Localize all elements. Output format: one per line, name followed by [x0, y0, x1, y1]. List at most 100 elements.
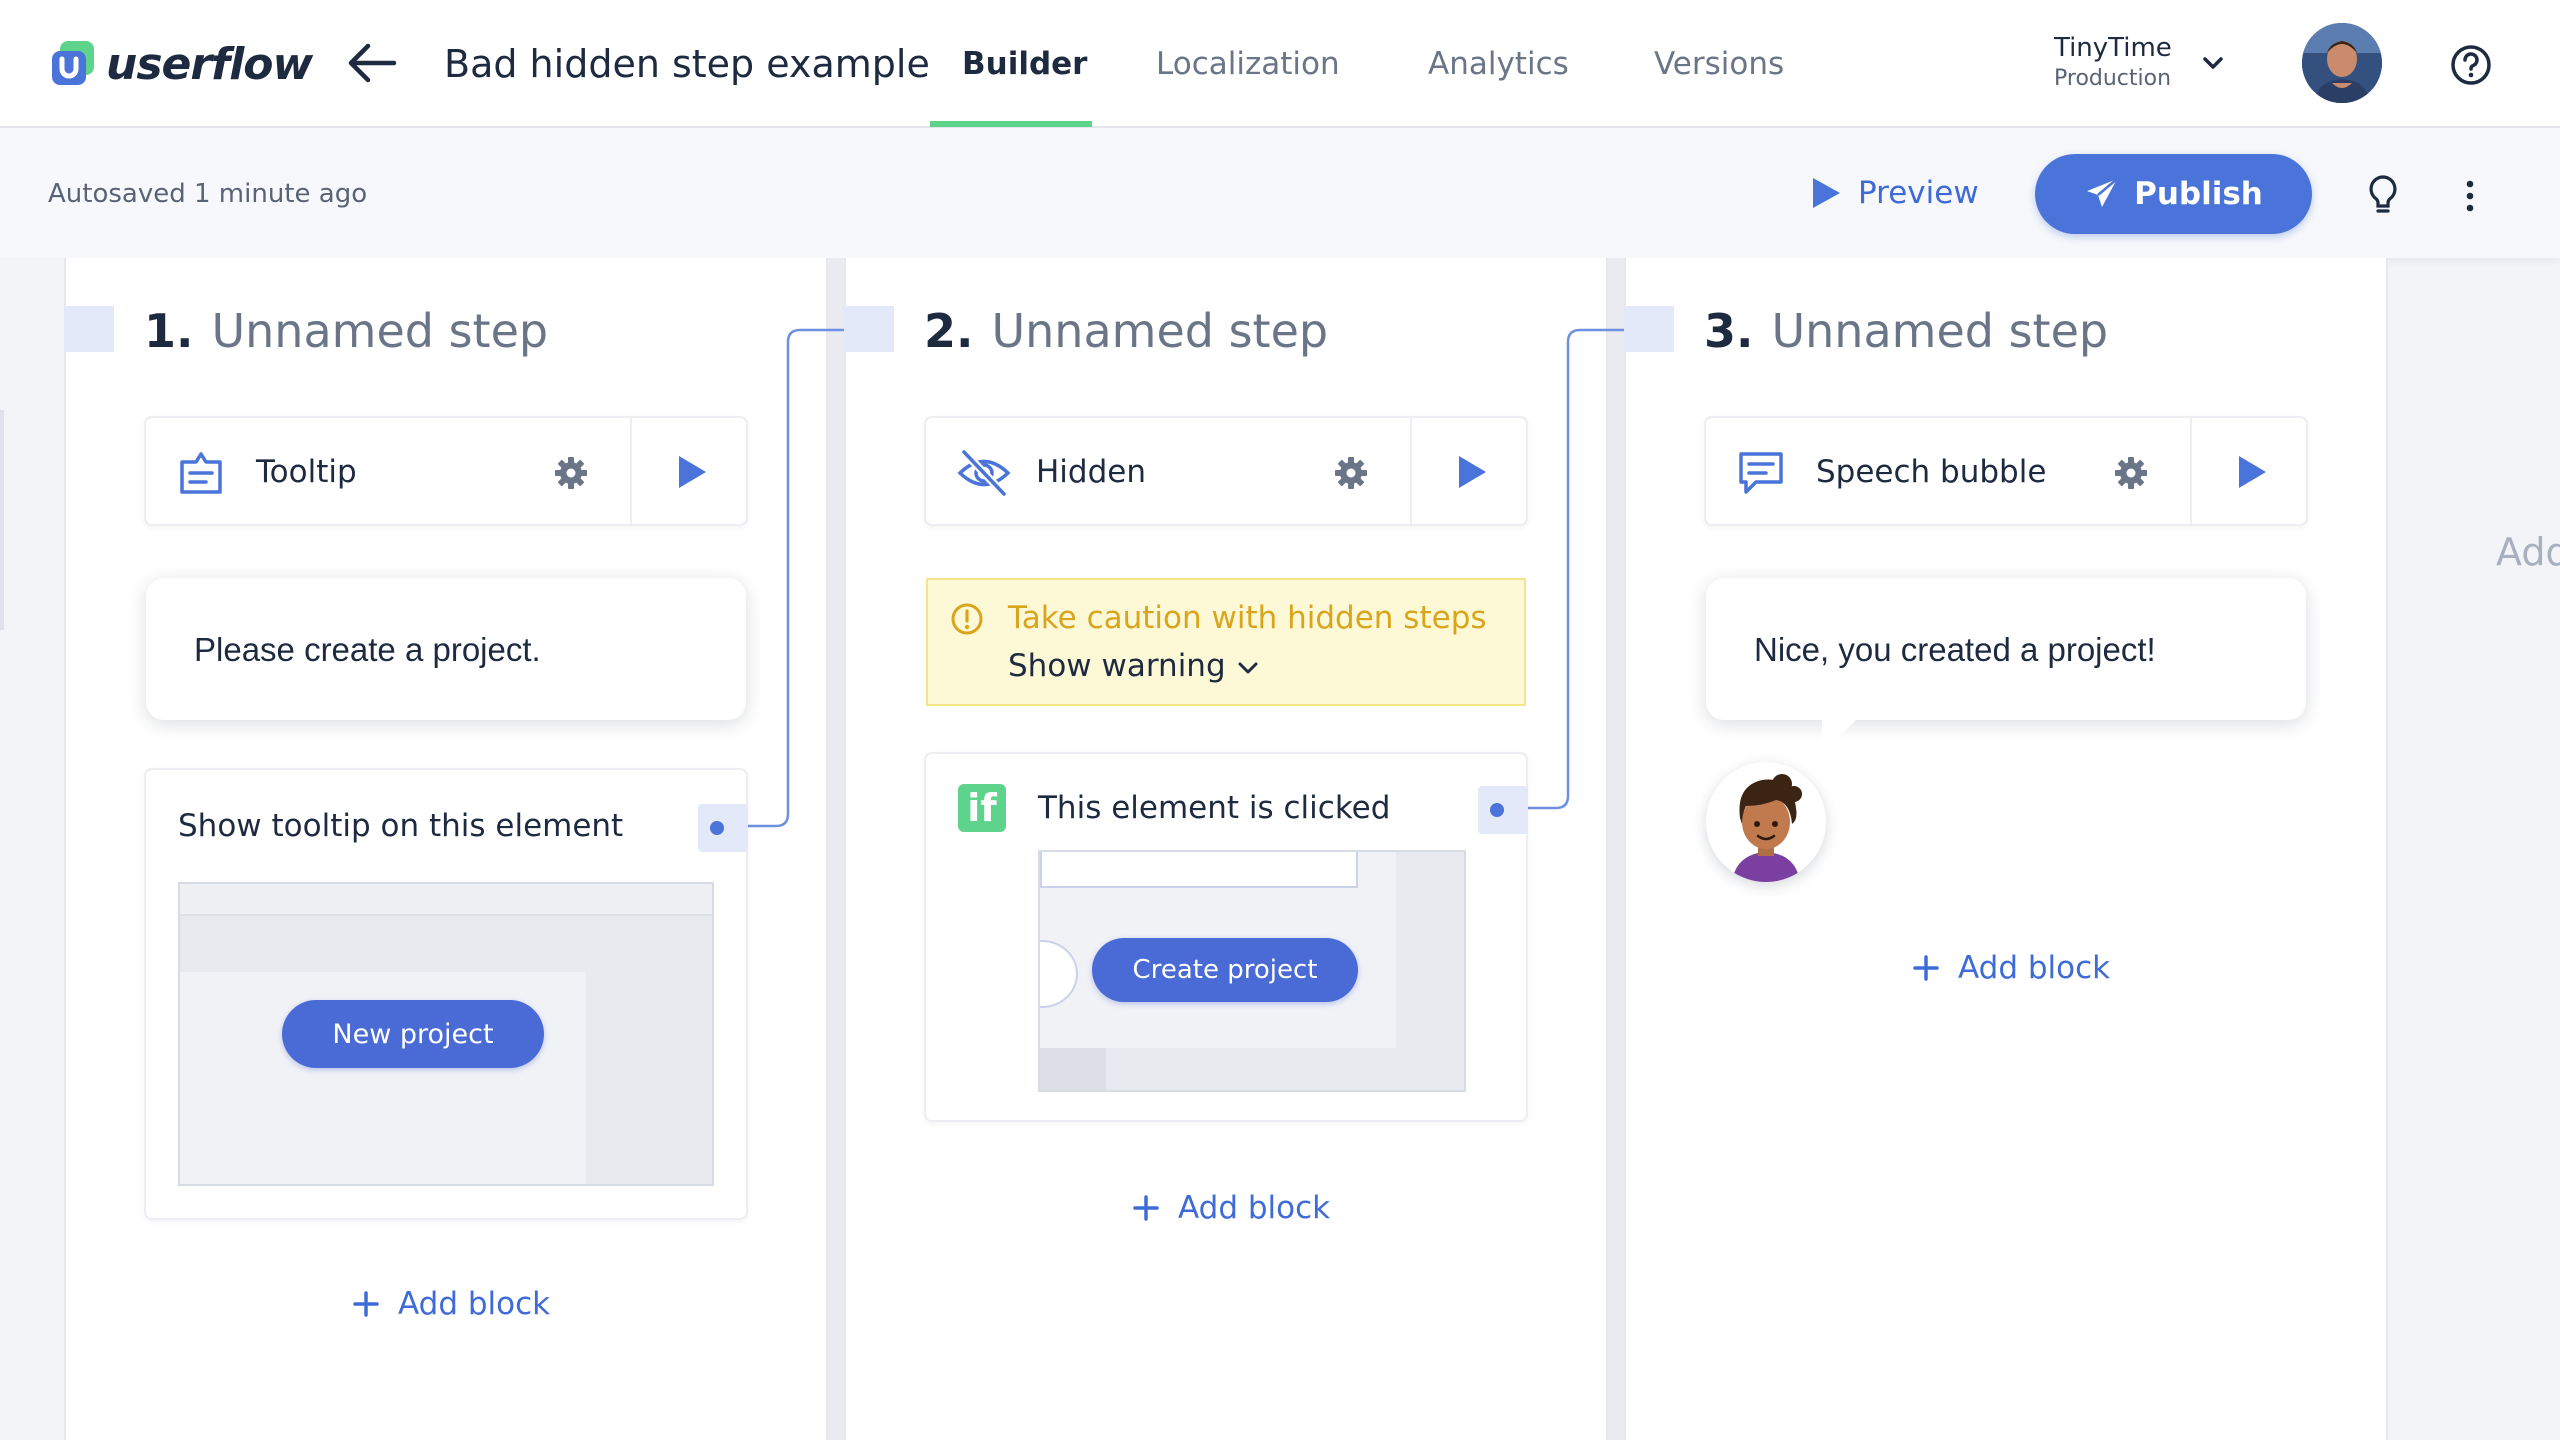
- element-preview: New project: [178, 882, 714, 1186]
- flow-title[interactable]: Bad hidden step example: [444, 36, 930, 92]
- plus-icon: [1913, 955, 1939, 981]
- tab-localization[interactable]: Localization: [1156, 36, 1340, 92]
- show-warning-label: Show warning: [1008, 648, 1226, 684]
- left-drawer-handle[interactable]: [0, 410, 4, 630]
- add-block-button[interactable]: Add block: [1132, 1186, 1330, 1230]
- step-entry-marker: [64, 306, 114, 352]
- tab-builder[interactable]: Builder: [962, 36, 1087, 92]
- connector-port[interactable]: [698, 804, 748, 852]
- block-type-label: Speech bubble: [1816, 454, 2047, 490]
- block-header-divider: [630, 418, 632, 524]
- eye-slash-icon: [956, 448, 1011, 498]
- canvas-left-edge: [0, 258, 64, 1440]
- add-block-button[interactable]: Add block: [1912, 946, 2110, 990]
- block-header-hidden[interactable]: Hidden: [924, 416, 1528, 526]
- preview-label: Preview: [1858, 175, 1979, 211]
- step-number: 1.: [144, 304, 194, 358]
- step-number: 3.: [1704, 304, 1754, 358]
- add-block-label: Add block: [398, 1286, 551, 1322]
- trigger-block-tooltip-target[interactable]: Show tooltip on this element New project: [144, 768, 748, 1220]
- connector-dot: [710, 821, 724, 835]
- top-bar: userflow Bad hidden step example Builder…: [0, 0, 2560, 128]
- element-preview: Create project: [1038, 850, 1466, 1092]
- chevron-down-icon[interactable]: [2200, 50, 2226, 76]
- environment-name: TinyTime: [2054, 33, 2172, 63]
- gear-icon[interactable]: [1334, 456, 1368, 490]
- lightbulb-icon[interactable]: [2366, 174, 2400, 216]
- warning-circle-icon: [950, 602, 984, 636]
- step-entry-marker: [1624, 306, 1674, 352]
- autosave-status: Autosaved 1 minute ago: [48, 179, 368, 209]
- editor-toolbar: Autosaved 1 minute ago Preview Publish: [0, 128, 2560, 258]
- step-title[interactable]: 2. Unnamed step: [924, 300, 1328, 362]
- userflow-logo-icon: [48, 39, 98, 89]
- gear-icon[interactable]: [2114, 456, 2148, 490]
- step-title[interactable]: 1. Unnamed step: [144, 300, 548, 362]
- publish-button[interactable]: Publish: [2035, 154, 2312, 234]
- step-name: Unnamed step: [991, 304, 1329, 358]
- environment-sub: Production: [2054, 66, 2172, 91]
- plus-icon: [1133, 1195, 1159, 1221]
- column-gutter: [1608, 258, 1624, 1440]
- help-icon[interactable]: [2450, 44, 2492, 86]
- preview-footer: [1040, 1048, 1106, 1090]
- more-options-icon[interactable]: [2460, 176, 2480, 216]
- add-block-label: Add block: [1178, 1190, 1331, 1226]
- step-name: Unnamed step: [211, 304, 549, 358]
- preview-input: [1040, 852, 1358, 888]
- chevron-down-icon: [1238, 662, 1258, 673]
- environment-selector[interactable]: TinyTime Production: [2054, 32, 2172, 94]
- play-icon[interactable]: [1456, 454, 1488, 490]
- step-title[interactable]: 3. Unnamed step: [1704, 300, 2108, 362]
- create-project-button-preview: Create project: [1092, 938, 1358, 1002]
- tooltip-content[interactable]: Please create a project.: [146, 578, 746, 720]
- connector-dot: [1490, 803, 1504, 817]
- step-number: 2.: [924, 304, 974, 358]
- hidden-step-warning: Take caution with hidden steps Show warn…: [926, 578, 1526, 706]
- gear-icon[interactable]: [554, 456, 588, 490]
- block-header-tooltip[interactable]: Tooltip: [144, 416, 748, 526]
- if-condition-icon: if: [958, 784, 1006, 832]
- tooltip-arrow: [426, 560, 466, 580]
- trigger-label: Show tooltip on this element: [178, 808, 624, 844]
- play-icon[interactable]: [2236, 454, 2268, 490]
- publish-label: Publish: [2134, 176, 2263, 212]
- show-warning-toggle[interactable]: Show warning: [1008, 644, 1260, 688]
- back-arrow-icon[interactable]: [346, 40, 398, 86]
- speech-bubble-text: Nice, you created a project!: [1754, 631, 2156, 668]
- ghost-column-label[interactable]: Add: [2496, 530, 2560, 574]
- block-type-label: Hidden: [1036, 454, 1146, 490]
- speech-bubble-content[interactable]: Nice, you created a project!: [1706, 578, 2306, 720]
- new-project-button-preview: New project: [282, 1000, 544, 1068]
- character-avatar-icon: [1732, 774, 1802, 882]
- avatar[interactable]: [2302, 23, 2382, 103]
- warning-title: Take caution with hidden steps: [1008, 600, 1487, 636]
- step-name: Unnamed step: [1771, 304, 2109, 358]
- logo[interactable]: userflow: [48, 36, 313, 92]
- add-block-button[interactable]: Add block: [352, 1282, 550, 1326]
- speech-bubble-icon: [1736, 448, 1786, 498]
- user-avatar-icon: [2302, 23, 2382, 103]
- paper-plane-icon: [2087, 178, 2118, 207]
- tooltip-text: Please create a project.: [194, 631, 541, 668]
- trigger-block-click-condition[interactable]: if This element is clicked Create projec…: [924, 752, 1528, 1122]
- column-gutter: [828, 258, 844, 1440]
- logo-text: userflow: [106, 38, 313, 90]
- plus-icon: [353, 1291, 379, 1317]
- block-header-speech-bubble[interactable]: Speech bubble: [1704, 416, 2308, 526]
- active-tab-indicator: [930, 121, 1092, 127]
- connector-port[interactable]: [1478, 786, 1528, 834]
- speaker-avatar: [1706, 762, 1826, 882]
- play-icon[interactable]: [676, 454, 708, 490]
- tooltip-icon: [176, 448, 226, 498]
- block-header-divider: [1410, 418, 1412, 524]
- tab-versions[interactable]: Versions: [1654, 36, 1784, 92]
- preview-header-strip: [180, 884, 712, 916]
- trigger-label: This element is clicked: [1038, 790, 1391, 826]
- preview-button[interactable]: Preview: [1810, 168, 1979, 218]
- tab-analytics[interactable]: Analytics: [1428, 36, 1569, 92]
- add-block-label: Add block: [1958, 950, 2111, 986]
- play-icon: [1813, 178, 1840, 208]
- step-entry-marker: [844, 306, 894, 352]
- block-header-divider: [2190, 418, 2192, 524]
